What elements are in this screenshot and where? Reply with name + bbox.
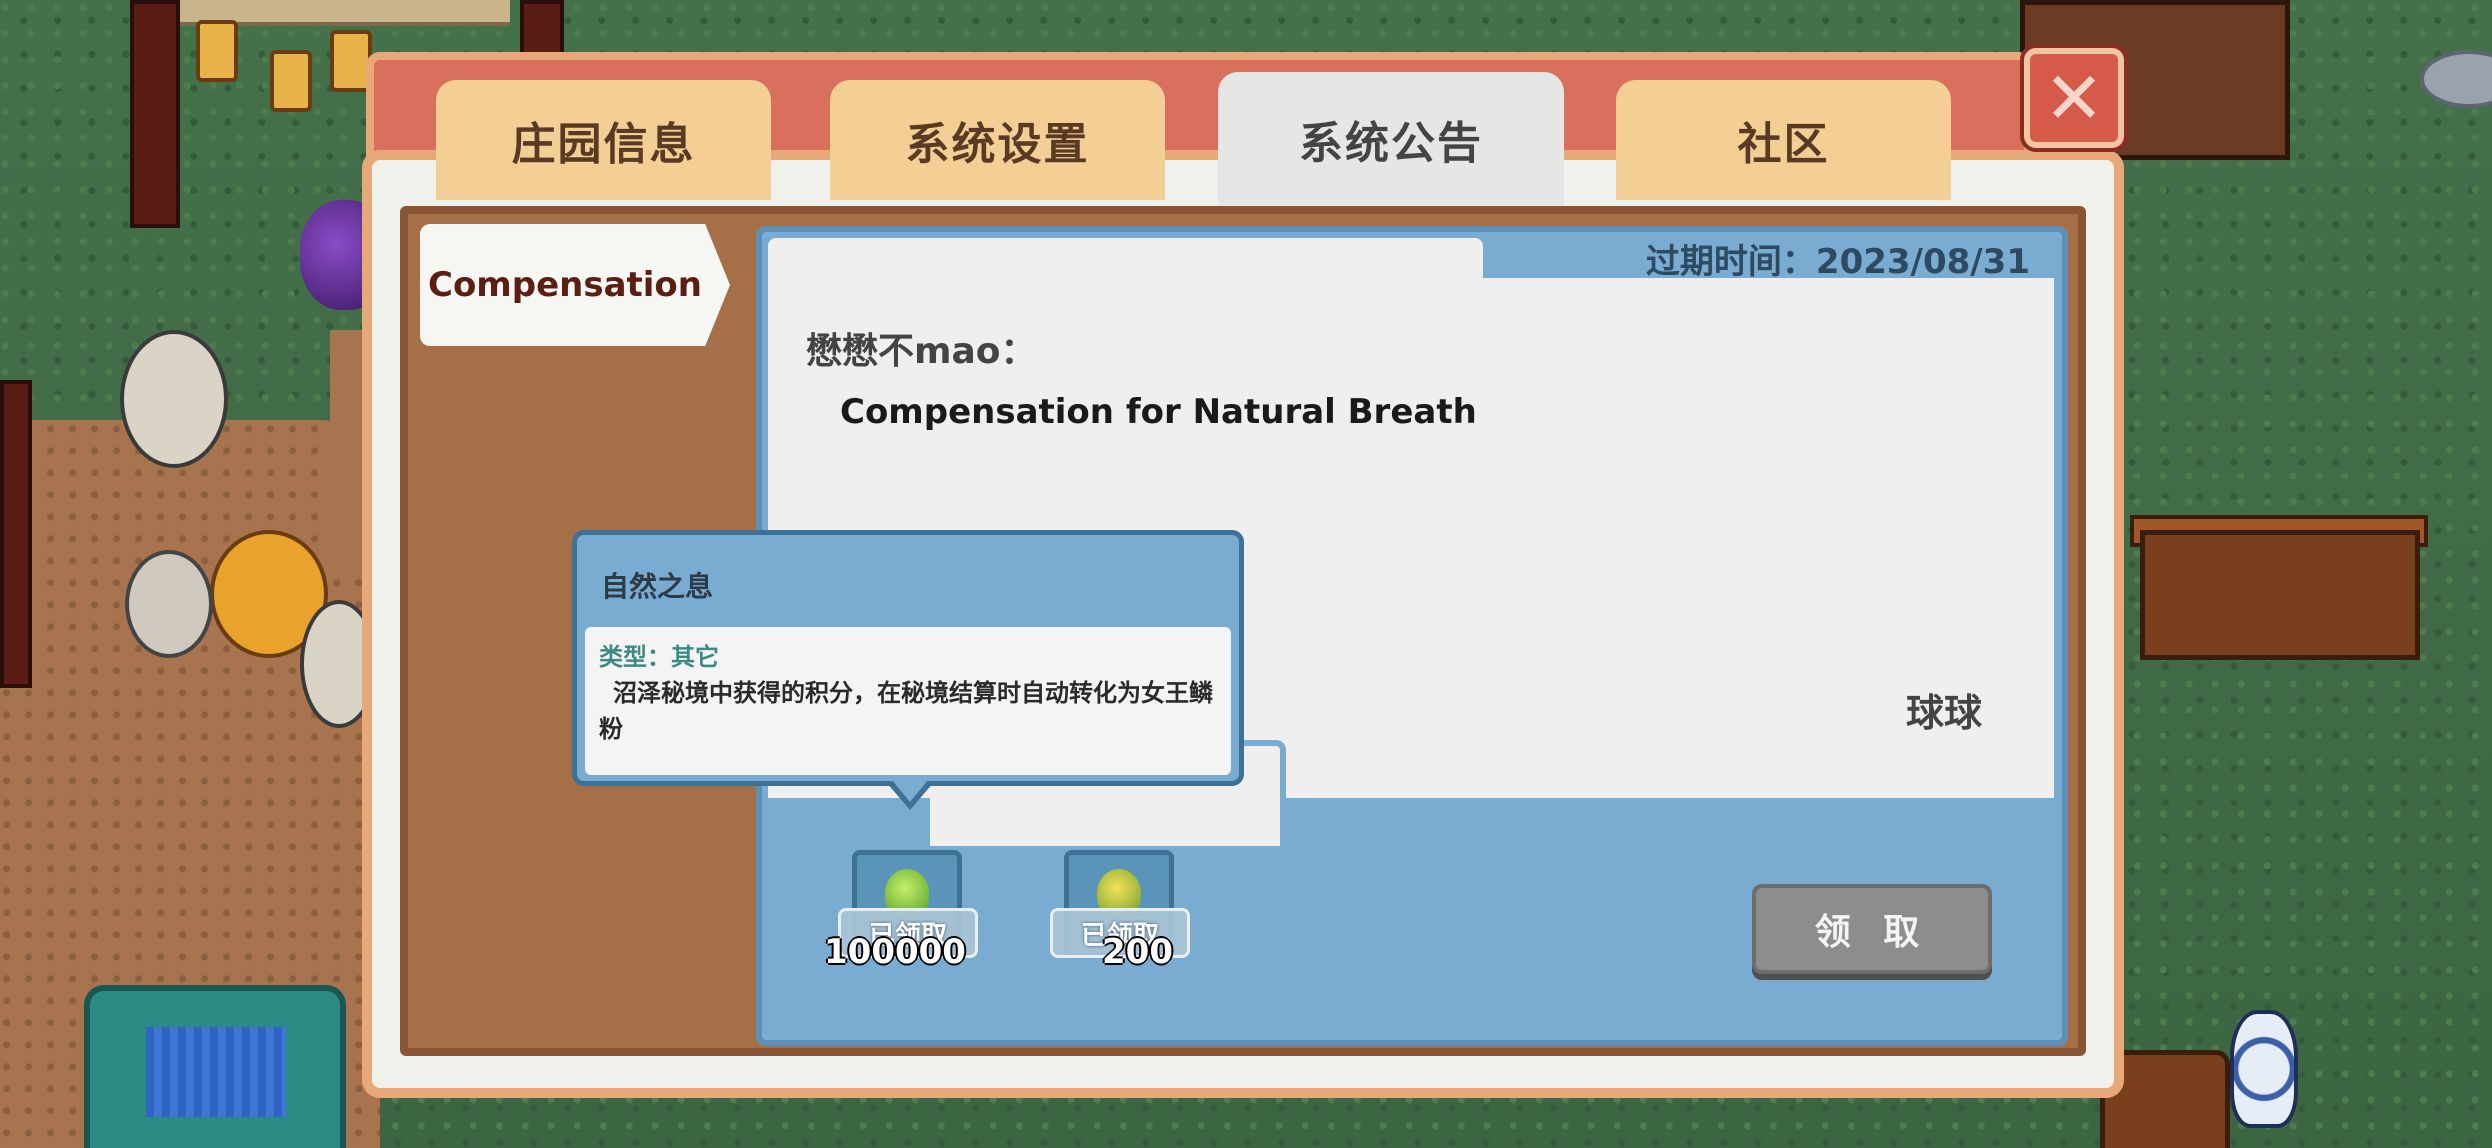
mail-sender: 懋懋不mao： bbox=[806, 331, 1037, 372]
lantern-icon bbox=[196, 20, 238, 82]
tab-system-announcement[interactable]: 系统公告 bbox=[1218, 72, 1564, 206]
tooltip-title: 自然之息 bbox=[601, 570, 714, 603]
mail-paper-tab bbox=[768, 238, 1483, 278]
tooltip-description: 沼泽秘境中获得的积分，在秘境结算时自动转化为女王鳞粉 bbox=[599, 679, 1213, 743]
sidebar-item-compensation[interactable]: Compensation bbox=[420, 224, 730, 346]
bird-npc-icon bbox=[120, 330, 228, 468]
tab-community[interactable]: 社区 bbox=[1616, 80, 1951, 200]
bookshelf-icon bbox=[2140, 530, 2420, 660]
reward-count: 200 bbox=[1102, 932, 1173, 972]
close-icon: ✕ bbox=[2043, 56, 2105, 140]
sidebar-item-label: Compensation bbox=[428, 265, 702, 305]
tooltip-arrow-inner bbox=[892, 780, 928, 802]
mail-body: Compensation for Natural Breath bbox=[840, 392, 1477, 432]
expire-time: 过期时间：2023/08/31 bbox=[1645, 242, 2030, 282]
wooden-post bbox=[130, 0, 180, 228]
wooden-post bbox=[0, 380, 32, 688]
rabbit-npc-icon bbox=[125, 550, 213, 658]
item-tooltip: 自然之息 类型：其它 沼泽秘境中获得的积分，在秘境结算时自动转化为女王鳞粉 bbox=[572, 530, 1244, 786]
pond-icon bbox=[84, 985, 346, 1148]
claim-button[interactable]: 领 取 bbox=[1752, 884, 1992, 974]
mail-signature: 球球 bbox=[1906, 691, 1983, 735]
tooltip-type: 类型：其它 bbox=[599, 643, 719, 671]
reward-count: 100000 bbox=[824, 932, 966, 972]
vase-icon bbox=[2230, 1010, 2298, 1128]
tab-manor-info[interactable]: 庄园信息 bbox=[436, 80, 771, 200]
tab-system-settings[interactable]: 系统设置 bbox=[830, 80, 1165, 200]
close-button[interactable]: ✕ bbox=[2024, 48, 2124, 148]
lantern-icon bbox=[270, 50, 312, 112]
